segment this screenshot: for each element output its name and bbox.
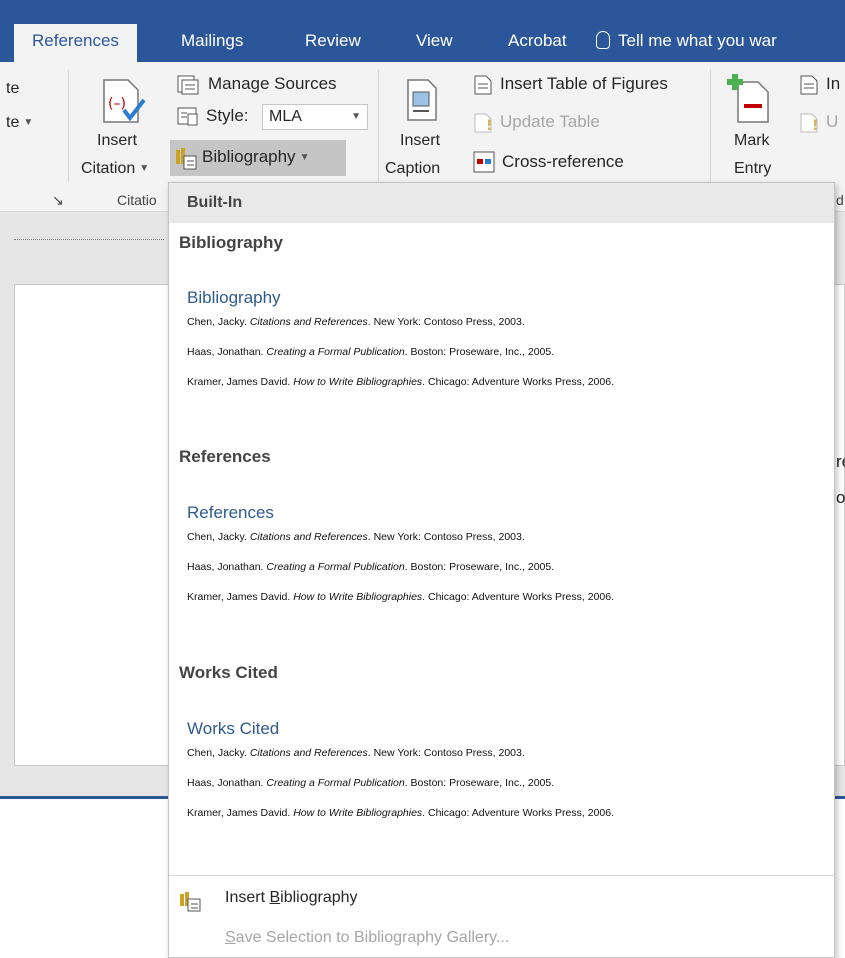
- document-icon: [800, 75, 818, 95]
- bibliography-entry: Chen, Jacky. Citations and References. N…: [187, 531, 525, 543]
- tell-me-search[interactable]: Tell me what you war: [596, 24, 777, 58]
- insert-caption-line1: Insert: [400, 132, 441, 149]
- partial-button-2-label: te: [6, 114, 20, 131]
- gallery-section-title: Bibliography: [179, 233, 283, 252]
- update-table-label: Update Table: [500, 112, 600, 131]
- bibliography-entry: Haas, Jonathan. Creating a Formal Public…: [187, 346, 555, 358]
- tab-view[interactable]: View: [416, 24, 453, 62]
- bibliography-label: Bibliography: [202, 147, 296, 166]
- group-divider: [378, 70, 379, 182]
- style-label: Style:: [206, 106, 249, 125]
- insert-bibliography-label: Insert Bibliography: [225, 889, 358, 906]
- partial-button-2[interactable]: te ▼: [6, 114, 33, 132]
- cross-reference-label: Cross-reference: [502, 152, 624, 171]
- save-selection-label: Save Selection to Bibliography Gallery..…: [225, 929, 510, 946]
- tell-me-text: Tell me what you war: [618, 31, 777, 50]
- chevron-down-icon: ▼: [23, 117, 34, 128]
- lightbulb-icon: [596, 31, 610, 49]
- svg-text:!: !: [812, 118, 818, 134]
- bibliography-entry: Chen, Jacky. Citations and References. N…: [187, 316, 525, 328]
- svg-text:!: !: [486, 118, 492, 134]
- tab-bar: References Mailings Review View Acrobat …: [0, 0, 845, 64]
- tab-review[interactable]: Review: [305, 24, 361, 62]
- update-icon: !: [800, 113, 818, 134]
- tab-references[interactable]: References: [14, 24, 137, 64]
- insert-citation-line1: Insert: [97, 132, 138, 149]
- manage-sources-label: Manage Sources: [208, 74, 337, 93]
- gallery-section-title: References: [179, 447, 271, 466]
- tab-acrobat[interactable]: Acrobat: [508, 24, 567, 62]
- svg-text:(–): (–): [108, 96, 126, 112]
- group-divider: [710, 70, 711, 182]
- cross-reference-icon: [473, 151, 495, 173]
- style-icon: [177, 107, 198, 126]
- bibliography-icon: [180, 892, 201, 912]
- group-label-citations: Citatio: [117, 192, 157, 208]
- insert-caption-icon: [407, 79, 437, 121]
- bibliography-entry: Haas, Jonathan. Creating a Formal Public…: [187, 561, 555, 573]
- chevron-down-icon: ▼: [299, 152, 310, 163]
- manage-sources-icon: [177, 75, 199, 95]
- insert-citation-line2-wrap: Citation ▼: [81, 160, 149, 178]
- gallery-section-title: Works Cited: [179, 663, 278, 682]
- document-text-fragment: re: [836, 452, 845, 471]
- style-dropdown[interactable]: MLA ▼: [262, 104, 368, 130]
- document-text-fragment: o: [836, 488, 845, 507]
- update-table-icon: !: [474, 113, 492, 134]
- insert-citation-icon: (–): [103, 79, 146, 123]
- table-of-figures-icon: [474, 75, 492, 95]
- bibliography-dropdown: Built-In Bibliography Bibliography Chen,…: [168, 182, 835, 958]
- bibliography-entry: Kramer, James David. How to Write Biblio…: [187, 376, 614, 388]
- mark-entry-icon: [727, 74, 769, 123]
- gallery-item-heading: References: [187, 503, 274, 522]
- insert-citation-line2: Citation: [81, 160, 136, 177]
- ruler-ticks: [14, 232, 164, 240]
- gallery-item-heading: Works Cited: [187, 719, 280, 738]
- insert-table-of-figures-label: Insert Table of Figures: [500, 74, 668, 93]
- tab-mailings[interactable]: Mailings: [181, 24, 243, 62]
- partial-button-1[interactable]: te: [6, 80, 19, 98]
- bibliography-entry: Kramer, James David. How to Write Biblio…: [187, 807, 614, 819]
- bibliography-label-wrap: Bibliography ▼: [202, 147, 309, 167]
- group-label-right: d: [836, 192, 844, 208]
- bibliography-entry: Haas, Jonathan. Creating a Formal Public…: [187, 777, 555, 789]
- mark-entry-line2: Entry: [734, 160, 772, 177]
- style-dropdown-value: MLA: [269, 108, 302, 125]
- mark-entry-line1: Mark: [734, 132, 770, 149]
- bibliography-entry: Chen, Jacky. Citations and References. N…: [187, 747, 525, 759]
- bibliography-icon: [176, 148, 197, 170]
- group-divider: [68, 70, 69, 182]
- gallery-item-heading: Bibliography: [187, 288, 281, 307]
- partial-right-label-1: In: [826, 74, 841, 93]
- gallery-header-built-in: Built-In: [169, 183, 834, 223]
- bibliography-button[interactable]: Bibliography ▼: [170, 140, 346, 176]
- insert-caption-line2: Caption: [385, 160, 441, 177]
- chevron-down-icon: ▼: [139, 163, 150, 174]
- dialog-launcher-icon[interactable]: ↘: [52, 192, 64, 209]
- menu-divider: [169, 875, 834, 876]
- partial-right-label-2: U: [826, 112, 839, 131]
- bibliography-entry: Kramer, James David. How to Write Biblio…: [187, 591, 614, 603]
- chevron-down-icon: ▼: [351, 111, 361, 122]
